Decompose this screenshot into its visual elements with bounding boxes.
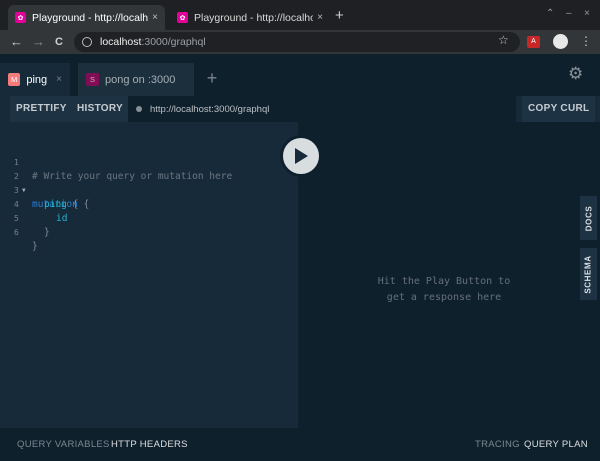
schema-tab[interactable]: SCHEMA — [580, 248, 597, 300]
subscription-badge: S — [86, 73, 99, 86]
graphql-favicon-icon: ✿ — [15, 12, 26, 23]
browser-toolbar: ← → C localhost:3000/graphql ☆ A ⋮ — [0, 30, 600, 54]
browser-menu-icon[interactable]: ⋮ — [580, 34, 592, 48]
forward-icon[interactable]: → — [32, 33, 45, 51]
editor-line: 4 id — [0, 184, 298, 224]
editor-line: 5 } — [0, 198, 298, 238]
play-icon — [295, 148, 308, 164]
endpoint-url: http://localhost:3000/graphql — [150, 103, 270, 115]
tab-label: ping — [26, 73, 48, 86]
address-bar[interactable]: localhost:3000/graphql — [74, 32, 520, 52]
close-tab-icon[interactable]: × — [152, 12, 158, 23]
window-minimize-icon[interactable]: – — [566, 8, 572, 19]
history-button[interactable]: HISTORY — [71, 96, 129, 122]
add-tab-button[interactable]: + — [201, 67, 223, 89]
tab-label: pong on :3000 — [105, 73, 176, 86]
bookmark-star-icon[interactable]: ☆ — [498, 33, 509, 47]
site-info-icon[interactable] — [82, 37, 92, 47]
reload-icon[interactable]: C — [55, 33, 63, 51]
window-collapse-icon[interactable]: ⌃ — [546, 8, 554, 19]
browser-tabstrip: ✿ Playground - http://localhost: × ✿ Pla… — [0, 0, 600, 30]
browser-tab-1[interactable]: ✿ Playground - http://localhost: × — [8, 5, 165, 30]
extension-icon[interactable]: A — [527, 36, 540, 48]
playground-tab-pong[interactable]: S pong on :3000 — [78, 63, 194, 96]
window-close-icon[interactable]: × — [584, 8, 590, 19]
result-panel: Hit the Play Button to get a response he… — [298, 122, 600, 428]
profile-avatar[interactable] — [553, 34, 568, 49]
playground-tab-ping[interactable]: M ping × — [0, 63, 70, 96]
copy-curl-button[interactable]: COPY CURL — [522, 96, 596, 122]
address-path: :3000/graphql — [141, 36, 206, 48]
docs-tab[interactable]: DOCS — [580, 196, 597, 240]
line-number: 6 — [14, 228, 19, 237]
close-tab-icon[interactable]: × — [56, 74, 62, 85]
query-plan-tab[interactable]: QUERY PLAN — [524, 439, 588, 450]
close-tab-icon[interactable]: × — [317, 12, 323, 23]
back-icon[interactable]: ← — [10, 33, 23, 51]
browser-tab-title: Playground - http://localhost: — [194, 11, 314, 24]
connection-status-dot — [136, 106, 142, 112]
result-hint-line-1: Hit the Play Button to — [377, 276, 511, 287]
new-tab-button[interactable]: + — [335, 8, 344, 23]
http-headers-tab[interactable]: HTTP HEADERS — [111, 439, 188, 450]
gear-icon[interactable]: ⚙ — [568, 64, 583, 84]
editor-line: 2 ▼ mutation { — [0, 156, 298, 210]
endpoint-input[interactable]: http://localhost:3000/graphql — [128, 96, 516, 122]
code-brace: } — [44, 227, 50, 238]
browser-tab-title: Playground - http://localhost: — [32, 11, 149, 24]
schema-tab-label: SCHEMA — [584, 254, 593, 294]
prettify-button[interactable]: PRETTIFY — [10, 96, 73, 122]
browser-tab-2[interactable]: ✿ Playground - http://localhost: × — [170, 5, 330, 30]
query-editor[interactable]: 1 # Write your query or mutation here 2 … — [0, 122, 298, 428]
editor-line: 1 # Write your query or mutation here — [0, 142, 298, 182]
playground-tabbar: M ping × S pong on :3000 — [0, 54, 600, 96]
graphql-favicon-icon: ✿ — [177, 12, 188, 23]
query-variables-tab[interactable]: QUERY VARIABLES — [17, 439, 110, 450]
address-host: localhost — [100, 36, 142, 48]
code-brace: } — [32, 241, 38, 252]
play-button[interactable] — [280, 135, 322, 177]
playground-footer: QUERY VARIABLES HTTP HEADERS TRACING QUE… — [0, 428, 600, 461]
playground-toolbar: PRETTIFY HISTORY http://localhost:3000/g… — [0, 96, 600, 122]
editor-line: 6 } — [0, 212, 298, 252]
tracing-tab[interactable]: TRACING — [475, 439, 520, 450]
docs-tab-label: DOCS — [584, 205, 594, 231]
result-hint-line-2: get a response here — [386, 292, 502, 303]
mutation-badge: M — [8, 73, 21, 86]
editor-line: 3 ping { — [0, 170, 298, 210]
